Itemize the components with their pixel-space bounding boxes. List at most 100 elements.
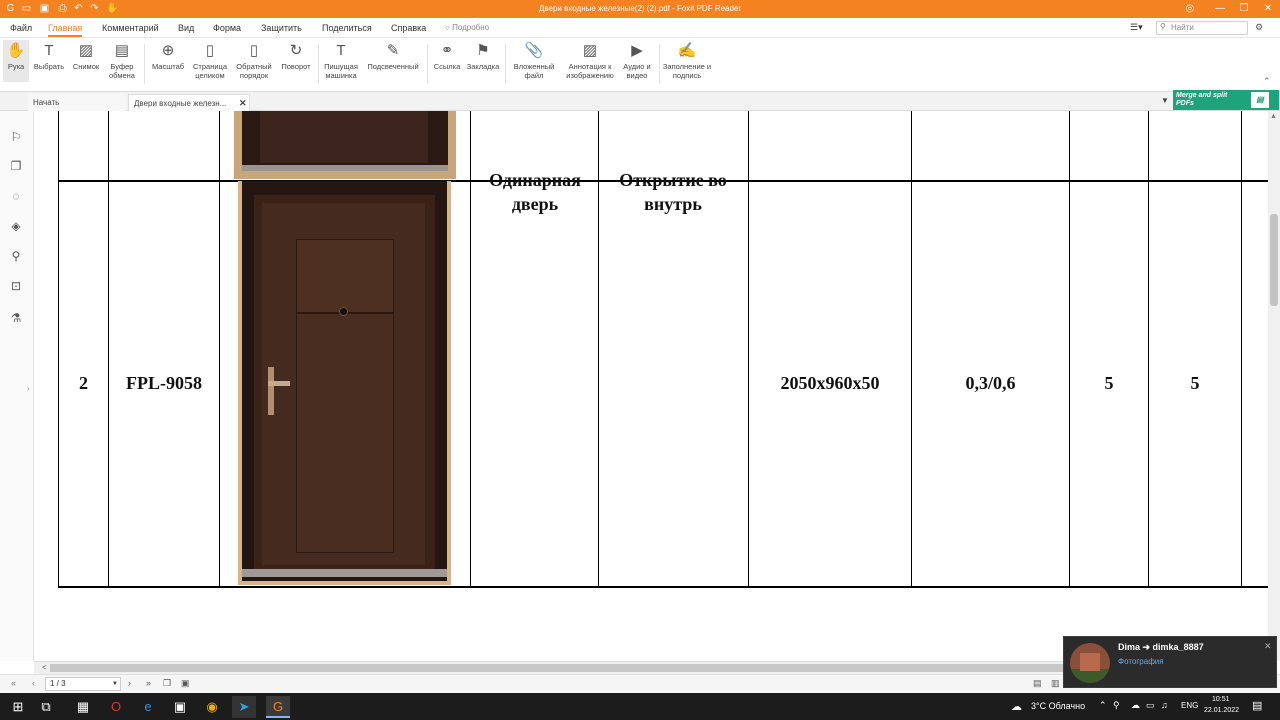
select-tool-button[interactable]: T Выбрать: [31, 42, 67, 71]
minimize-button[interactable]: —: [1208, 0, 1232, 18]
audio-video-icon: ▶: [631, 42, 643, 59]
app-icon[interactable]: ▣: [168, 696, 192, 718]
menu-protect[interactable]: Защитить: [261, 23, 302, 33]
audio-video-button[interactable]: ▶ Аудио и видео: [619, 42, 655, 80]
layout-options-icon[interactable]: ☰▾: [1130, 22, 1143, 33]
clock-date[interactable]: 22.01.2022: [1204, 707, 1239, 714]
table-border: [1069, 111, 1070, 587]
taskbar: ⊞ ⧉ ▦ O e ▣ ◉ ➤ G ☁ 3°C Облачно ⌃ ⚲ ☁ ▭ …: [0, 693, 1280, 720]
image-annotation-button[interactable]: ▨ Аннотация к изображению: [561, 42, 619, 80]
vertical-scrollbar[interactable]: ▲: [1268, 111, 1280, 661]
select-text-icon: T: [44, 42, 54, 59]
clipboard-button[interactable]: ▤ Буфер обмена: [104, 42, 140, 80]
search-input[interactable]: Найти: [1156, 21, 1248, 35]
two-page-icon[interactable]: ▥: [1051, 678, 1060, 689]
link-icon: ⚭: [440, 42, 454, 59]
bookmarks-panel-icon[interactable]: ⚐: [8, 129, 24, 145]
collapse-ribbon-icon[interactable]: ⌃: [1263, 76, 1271, 87]
tab-list-dropdown-icon[interactable]: ▼: [1161, 96, 1169, 105]
close-notification-icon[interactable]: ✕: [1264, 641, 1272, 652]
menu-help[interactable]: Справка: [391, 23, 426, 33]
first-page-icon[interactable]: «: [11, 678, 16, 688]
model-cell: FPL-9058: [126, 373, 202, 393]
snapshot-button[interactable]: ▨ Снимок: [69, 42, 103, 71]
action-center-icon[interactable]: ▤: [1252, 699, 1262, 712]
attach-file-button[interactable]: 📎 Вложенный файл: [508, 42, 560, 80]
table-border: [58, 111, 59, 587]
page-layout-icon[interactable]: ▤: [1033, 678, 1042, 689]
expand-sidebar-icon[interactable]: ›: [27, 386, 29, 393]
layers-panel-icon[interactable]: ◈: [8, 218, 24, 234]
usb-icon[interactable]: ⚲: [1113, 700, 1120, 711]
pages-panel-icon[interactable]: ❐: [8, 158, 24, 174]
edge-icon[interactable]: e: [136, 696, 160, 718]
table-border: [911, 111, 912, 587]
menu-file[interactable]: Файл: [10, 23, 32, 33]
page-number-input[interactable]: 1 / 3 ▼: [45, 677, 121, 691]
security-panel-icon[interactable]: ⊡: [8, 278, 24, 294]
quantity-cell-b: 5: [1190, 373, 1200, 393]
menu-comment[interactable]: Комментарий: [102, 23, 159, 33]
promo-text: Merge and split PDFs: [1176, 92, 1228, 107]
tell-me-box[interactable]: ○ Подробно: [445, 21, 505, 35]
foxit-taskbar-icon[interactable]: G: [266, 696, 290, 718]
bookmark-button[interactable]: ⚑ Закладка: [465, 42, 501, 71]
weather-text[interactable]: 3°C Облачно: [1031, 701, 1085, 711]
chat-notification[interactable]: Dima ➜ dimka_8887 Фотография ✕: [1063, 636, 1277, 688]
fit-page-button[interactable]: ▯ Страница целиком: [189, 42, 231, 80]
ribbon-separator: [427, 44, 428, 84]
continuous-view-icon[interactable]: ▣: [181, 678, 190, 689]
close-window-button[interactable]: ✕: [1256, 0, 1280, 18]
merge-split-promo-button[interactable]: Merge and split PDFs ▤: [1173, 90, 1279, 110]
table-border: [108, 111, 109, 587]
snapshot-icon: ▨: [78, 42, 94, 59]
volume-icon[interactable]: ♫: [1161, 700, 1168, 710]
weather-cloud-icon: ☁: [1011, 701, 1022, 713]
thickness-cell: 0,3/0,6: [965, 373, 1016, 393]
tab-document[interactable]: Двери входные железн... ✕: [128, 94, 250, 111]
tab-start[interactable]: Начать: [28, 94, 126, 111]
maximize-button[interactable]: ❐: [1232, 0, 1256, 18]
document-view: 2 FPL-9058 Одинарная дверь Открытие во в…: [35, 111, 1268, 661]
highlight-button[interactable]: ✎ Подсвеченный: [363, 42, 423, 71]
signature-panel-icon[interactable]: ⚗: [8, 310, 24, 326]
comments-panel-icon[interactable]: ◌: [8, 188, 24, 204]
opera-icon[interactable]: O: [104, 696, 128, 718]
clock-time[interactable]: 10:51: [1212, 696, 1230, 703]
fill-sign-button[interactable]: ✍ Заполнение и подпись: [662, 42, 712, 80]
zoom-button[interactable]: ⊕ Масштаб: [149, 42, 187, 71]
scroll-left-icon[interactable]: <: [42, 663, 47, 672]
window-title: Двери входные железные(2) (2).pdf - Foxi…: [538, 4, 742, 13]
menu-view[interactable]: Вид: [178, 23, 194, 33]
task-view-icon[interactable]: ⧉: [34, 696, 58, 718]
account-icon[interactable]: ◎: [1178, 0, 1202, 18]
reverse-order-button[interactable]: ▯ Обратный порядок: [233, 42, 275, 80]
link-button[interactable]: ⚭ Ссылка: [430, 42, 464, 71]
rotate-button[interactable]: ↻ Поворот: [277, 42, 315, 71]
close-tab-icon[interactable]: ✕: [239, 95, 247, 112]
telegram-icon[interactable]: ➤: [232, 696, 256, 718]
ribbon-separator: [659, 44, 660, 84]
menu-form[interactable]: Форма: [213, 23, 241, 33]
show-hidden-icons-icon[interactable]: ⌃: [1099, 700, 1107, 711]
navigation-sidebar: ⚐ ❐ ◌ ◈ ⚲ ⊡ ⚗ ›: [0, 111, 34, 661]
menu-home[interactable]: Главная: [48, 23, 83, 37]
vertical-scroll-thumb[interactable]: [1270, 214, 1278, 306]
last-page-icon[interactable]: »: [146, 678, 151, 688]
prev-page-icon[interactable]: ‹: [32, 678, 35, 688]
chrome-icon[interactable]: ◉: [200, 696, 224, 718]
store-icon[interactable]: ▦: [71, 696, 95, 718]
scroll-up-icon[interactable]: ▲: [1270, 113, 1277, 120]
language-indicator[interactable]: ENG: [1181, 701, 1198, 710]
network-icon[interactable]: ▭: [1146, 700, 1155, 711]
onedrive-icon[interactable]: ☁: [1131, 700, 1140, 711]
hand-tool-button[interactable]: ✋ Рука: [3, 40, 29, 82]
menu-share[interactable]: Поделиться: [322, 23, 372, 33]
next-page-icon[interactable]: ›: [128, 678, 131, 688]
attachments-panel-icon[interactable]: ⚲: [8, 248, 24, 264]
pdf-icon: ▤: [1251, 92, 1269, 108]
settings-icon[interactable]: ⚙: [1255, 22, 1263, 33]
single-page-view-icon[interactable]: ❐: [163, 678, 171, 689]
windows-start-icon[interactable]: ⊞: [6, 696, 30, 718]
typewriter-button[interactable]: T Пишущая машинка: [321, 42, 361, 80]
